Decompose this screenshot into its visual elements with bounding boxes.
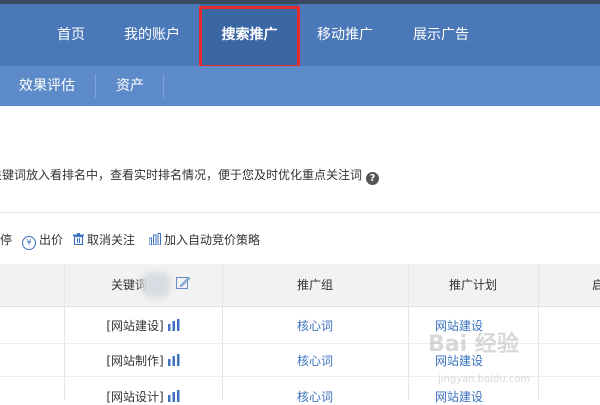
table-header: 关键词 推广组 推广计划 启	[0, 264, 600, 307]
subnav-item-effect-evaluation[interactable]: 效果评估	[8, 66, 86, 106]
tab-mobile-promotion[interactable]: 移动推广	[302, 4, 388, 66]
rank-bars-icon[interactable]	[167, 390, 180, 402]
sub-nav: 效果评估 资产	[0, 66, 600, 106]
column-header-plan[interactable]: 推广计划	[408, 264, 538, 306]
watermark-url: jingyan.baidu.com	[438, 374, 531, 385]
subnav-separator	[95, 74, 96, 98]
column-header-status[interactable]: 启	[538, 264, 600, 306]
group-link[interactable]: 核心词	[222, 317, 408, 334]
keyword-cell: [网站制作]	[64, 352, 222, 369]
auto-bid-strategy-button[interactable]: 加入自动竞价策略	[148, 228, 261, 252]
tab-display-ads[interactable]: 展示广告	[398, 4, 484, 66]
pause-button[interactable]: 停	[0, 228, 12, 252]
column-header-plan-label: 推广计划	[448, 278, 497, 292]
column-header-status-label: 启	[592, 278, 600, 292]
rank-bars-icon[interactable]	[167, 354, 180, 366]
group-link[interactable]: 核心词	[222, 388, 408, 405]
edit-icon[interactable]	[176, 276, 190, 290]
bar-chart-icon	[148, 233, 161, 246]
rank-bars-icon[interactable]	[167, 319, 180, 331]
section-divider	[0, 212, 600, 213]
watermark: Bai 经验	[428, 332, 519, 357]
unfollow-button[interactable]: 取消关注	[73, 228, 135, 252]
trash-icon	[73, 233, 84, 246]
keyword-cell: [网站建设]	[64, 317, 222, 334]
info-line: 关键词放入看排名中，查看实时排名情况，便于您及时优化重点关注词?	[0, 166, 380, 185]
question-circle-icon[interactable]: ?	[366, 172, 380, 185]
keyword-text[interactable]: [网站制作]	[106, 354, 163, 368]
bid-button[interactable]: ¥ 出价	[22, 228, 63, 252]
active-tab-highlight-box	[199, 6, 300, 68]
keyword-text[interactable]: [网站建设]	[106, 319, 163, 333]
tab-home[interactable]: 首页	[42, 4, 100, 66]
column-divider	[538, 264, 539, 400]
column-header-group[interactable]: 推广组	[222, 264, 408, 306]
info-text: 关键词放入看排名中，查看实时排名情况，便于您及时优化重点关注词	[0, 168, 363, 182]
plan-link[interactable]: 网站建设	[408, 388, 510, 405]
keyword-text[interactable]: [网站设计]	[106, 390, 163, 404]
unfollow-label: 取消关注	[87, 233, 136, 247]
yen-icon: ¥	[22, 236, 36, 250]
column-header-group-label: 推广组	[296, 278, 333, 292]
group-link[interactable]: 核心词	[222, 352, 408, 369]
bid-label: 出价	[39, 233, 64, 247]
tab-my-account[interactable]: 我的账户	[110, 4, 194, 66]
subnav-separator	[163, 74, 164, 98]
pause-label: 停	[0, 233, 13, 247]
blurred-region	[142, 272, 170, 298]
subnav-item-assets[interactable]: 资产	[100, 66, 160, 106]
top-nav: 首页 我的账户 搜索推广 移动推广 展示广告	[0, 4, 600, 66]
auto-bid-strategy-label: 加入自动竞价策略	[164, 233, 261, 247]
keyword-cell: [网站设计]	[64, 388, 222, 405]
